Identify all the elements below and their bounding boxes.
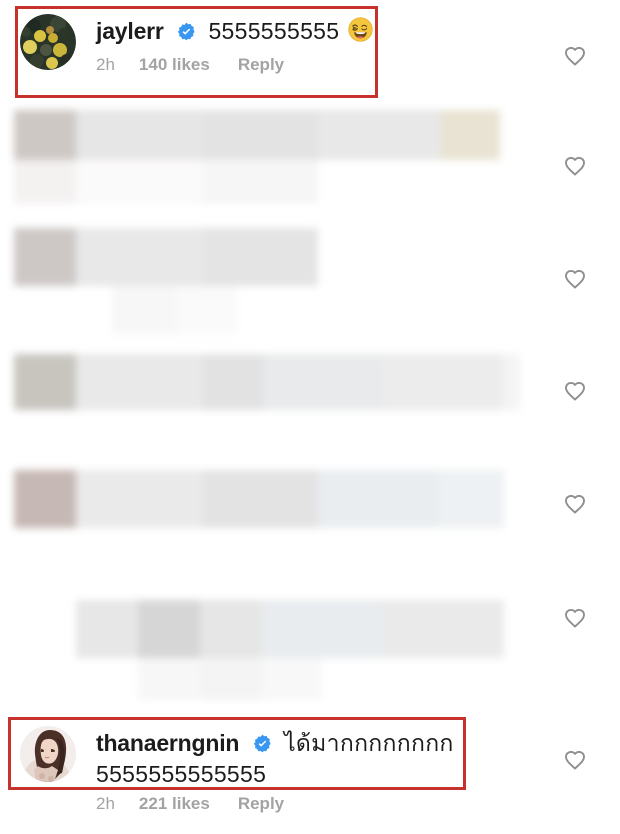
- heart-outline-icon: [565, 494, 585, 514]
- comment-meta: 2h 221 likes Reply: [96, 794, 454, 814]
- comment-timestamp: 2h: [96, 794, 115, 813]
- comment-username[interactable]: thanaerngnin: [96, 730, 239, 756]
- like-button[interactable]: [563, 44, 587, 68]
- blurred-comment: [0, 580, 510, 700]
- like-button[interactable]: [563, 492, 587, 516]
- blurred-comment: [0, 348, 520, 428]
- verified-badge-icon: [253, 731, 272, 760]
- comment-like-count[interactable]: 140 likes: [139, 55, 210, 75]
- heart-outline-icon: [565, 156, 585, 176]
- comment-line-2: 5555555555555: [96, 761, 267, 787]
- comment-text: ได้มากกกกกกกก: [284, 730, 454, 756]
- comment-body: jaylerr 5555555555 2h 140 likes Reply: [96, 14, 373, 75]
- comment-body: thanaerngnin ได้มากกกกกกกก 5555555555555…: [96, 726, 454, 814]
- blurred-comment: [0, 462, 510, 552]
- like-button[interactable]: [563, 267, 587, 291]
- comment-meta: 2h 140 likes Reply: [96, 55, 373, 75]
- heart-outline-icon: [565, 750, 585, 770]
- comment-line-1: thanaerngnin ได้มากกกกกกกก: [96, 729, 454, 760]
- like-button[interactable]: [563, 748, 587, 772]
- comments-screen: jaylerr 5555555555 2h 140 likes Reply th…: [0, 0, 620, 834]
- comment-timestamp: 2h: [96, 55, 115, 74]
- heart-outline-icon: [565, 269, 585, 289]
- heart-outline-icon: [565, 46, 585, 66]
- like-button[interactable]: [563, 154, 587, 178]
- reply-button[interactable]: Reply: [238, 794, 284, 814]
- avatar[interactable]: [20, 726, 76, 782]
- heart-outline-icon: [565, 381, 585, 401]
- avatar[interactable]: [20, 14, 76, 70]
- comment-text: 5555555555: [208, 18, 340, 44]
- comment-like-count[interactable]: 221 likes: [139, 794, 210, 814]
- reply-button[interactable]: Reply: [238, 55, 284, 75]
- like-button[interactable]: [563, 379, 587, 403]
- like-button[interactable]: [563, 606, 587, 630]
- comment-username[interactable]: jaylerr: [96, 18, 164, 44]
- laughing-emoji-icon: [348, 17, 373, 49]
- verified-badge-icon: [177, 19, 196, 48]
- blurred-comment: [0, 228, 330, 338]
- heart-outline-icon: [565, 608, 585, 628]
- comment-line-1: jaylerr 5555555555: [96, 17, 373, 49]
- blurred-comment: [0, 108, 520, 208]
- comment-row[interactable]: thanaerngnin ได้มากกกกกกกก 5555555555555…: [20, 726, 454, 814]
- comment-row[interactable]: jaylerr 5555555555 2h 140 likes Reply: [20, 14, 373, 75]
